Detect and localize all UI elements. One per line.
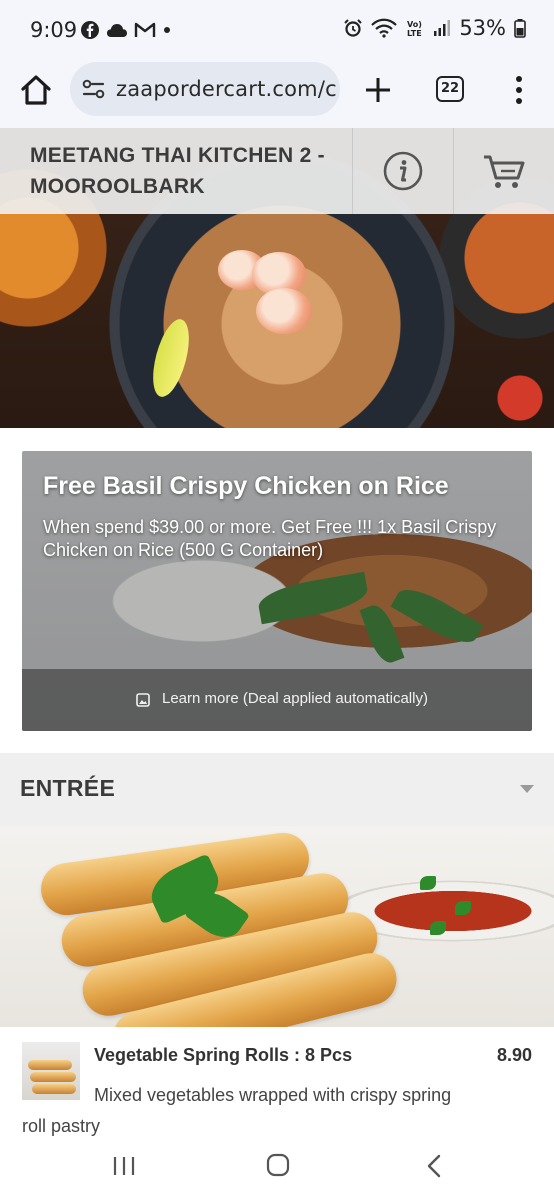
status-time: 9:09 — [30, 18, 78, 42]
hero-lime — [146, 315, 196, 401]
url-text[interactable]: zaapordercart.com/c — [116, 77, 337, 101]
thumbnail-roll — [28, 1060, 72, 1070]
signal-icon — [434, 20, 451, 36]
info-icon[interactable] — [383, 151, 423, 191]
herb-garnish — [420, 876, 436, 890]
header-divider — [352, 128, 353, 214]
svg-text:LTE: LTE — [407, 29, 422, 38]
category-title: ENTRÉE — [20, 775, 116, 801]
more-options-icon[interactable] — [504, 72, 534, 108]
promo-title: Free Basil Crispy Chicken on Rice — [43, 472, 449, 500]
menu-item-description: Mixed vegetables wrapped with crispy spr… — [22, 1085, 452, 1136]
header-divider — [453, 128, 454, 214]
restaurant-header: MEETANG THAI KITCHEN 2 - MOOROOLBARK — [0, 128, 554, 214]
alarm-icon — [344, 19, 363, 37]
browser-toolbar: zaapordercart.com/c 22 — [0, 60, 554, 128]
site-settings-icon[interactable] — [82, 78, 106, 100]
recent-apps-icon[interactable] — [112, 1154, 136, 1178]
hero-shrimp — [256, 288, 312, 334]
wifi-icon — [371, 18, 398, 38]
status-bar: 9:09 Vo) LTE 53% — [0, 0, 554, 60]
category-image — [0, 826, 554, 1027]
promo-learn-more-text[interactable]: Learn more (Deal applied automatically) — [162, 690, 428, 707]
home-icon[interactable] — [18, 72, 54, 108]
system-icons: Vo) LTE 53% — [343, 16, 526, 40]
dot-icon — [164, 27, 170, 33]
svg-text:Vo): Vo) — [407, 20, 422, 29]
back-icon[interactable] — [425, 1153, 443, 1179]
promo-description: When spend $39.00 or more. Get Free !!! … — [43, 517, 497, 560]
menu-item[interactable]: Vegetable Spring Rolls : 8 Pcs 8.90 Mixe… — [0, 1027, 554, 1137]
cart-icon[interactable] — [482, 152, 526, 192]
facebook-icon — [81, 21, 99, 39]
home-nav-icon[interactable] — [266, 1153, 290, 1177]
new-tab-plus-icon[interactable] — [360, 72, 396, 108]
battery-icon — [514, 19, 526, 38]
promo-card[interactable]: Free Basil Crispy Chicken on Rice When s… — [22, 451, 532, 731]
category-header-entree[interactable]: ENTRÉE — [0, 753, 554, 826]
battery-percent: 53% — [459, 16, 506, 40]
chevron-down-icon[interactable] — [520, 785, 534, 793]
cloud-icon — [107, 24, 127, 37]
gmail-icon — [134, 22, 156, 37]
notification-icons — [80, 20, 172, 40]
system-navigation-bar — [0, 1137, 554, 1200]
address-bar[interactable]: zaapordercart.com/c — [70, 62, 340, 116]
herb-garnish — [455, 901, 471, 915]
menu-item-name[interactable]: Vegetable Spring Rolls : 8 Pcs — [94, 1045, 352, 1066]
promo-learn-more[interactable]: Learn more (Deal applied automatically) — [22, 669, 532, 731]
restaurant-hero-image: MEETANG THAI KITCHEN 2 - MOOROOLBARK — [0, 128, 554, 428]
menu-item-price: 8.90 — [496, 1045, 532, 1065]
tab-switcher-button[interactable]: 22 — [436, 76, 464, 102]
herb-garnish — [430, 921, 446, 935]
restaurant-name: MEETANG THAI KITCHEN 2 - MOOROOLBARK — [30, 144, 325, 198]
volte-icon: Vo)LTE — [407, 20, 422, 38]
image-icon — [136, 693, 150, 707]
